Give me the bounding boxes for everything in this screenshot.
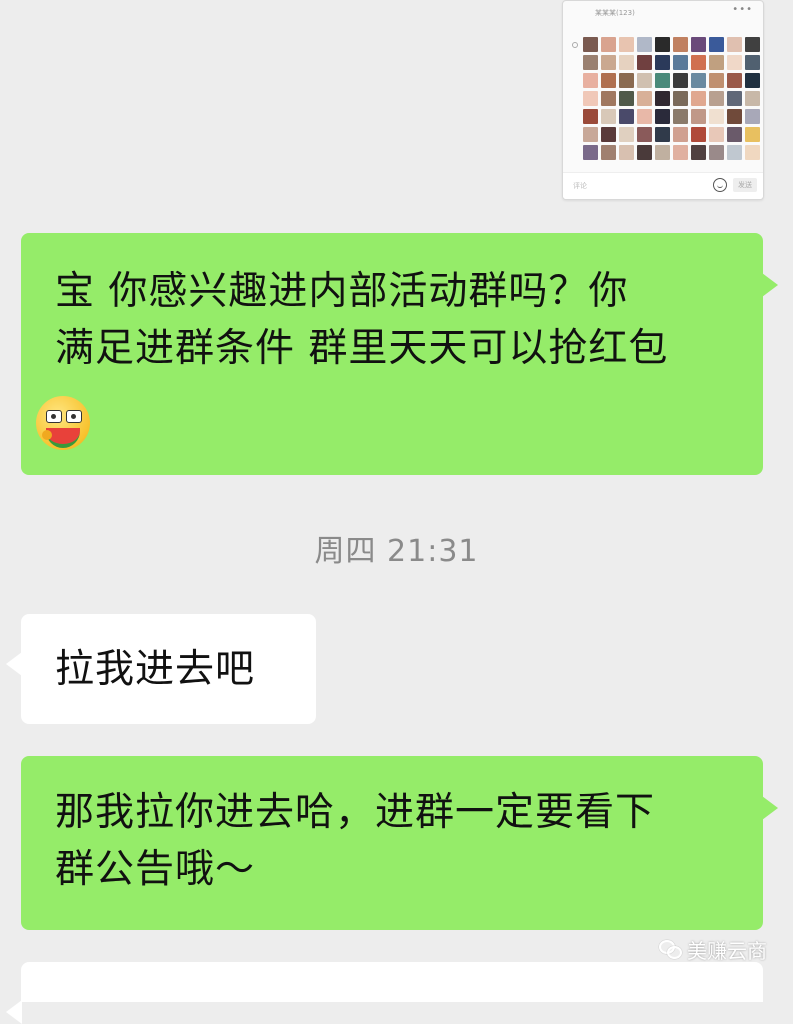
- user-avatar: [745, 37, 760, 52]
- user-avatar: [583, 145, 598, 160]
- sent-message-bubble[interactable]: 宝 你感兴趣进内部活动群吗？你 满足进群条件 群里天天可以抢红包: [21, 233, 778, 475]
- user-avatar: [673, 37, 688, 52]
- user-avatar: [745, 91, 760, 106]
- user-avatar: [673, 127, 688, 142]
- user-avatar: [691, 127, 706, 142]
- user-avatar: [601, 145, 616, 160]
- user-avatar: [709, 91, 724, 106]
- watermelon-face-emoji-icon: [36, 396, 90, 450]
- emoji-eye: [46, 410, 62, 423]
- user-avatar: [673, 55, 688, 70]
- user-avatar: [583, 37, 598, 52]
- avatar-grid: [583, 37, 760, 160]
- user-avatar: [583, 127, 598, 142]
- user-avatar: [655, 109, 670, 124]
- user-avatar: [691, 73, 706, 88]
- user-avatar: [745, 145, 760, 160]
- user-avatar: [691, 91, 706, 106]
- send-button: 发送: [733, 178, 757, 192]
- user-avatar: [619, 145, 634, 160]
- user-avatar: [745, 73, 760, 88]
- user-avatar: [727, 37, 742, 52]
- user-avatar: [637, 127, 652, 142]
- emoji-hand: [42, 430, 52, 440]
- user-avatar: [709, 37, 724, 52]
- user-avatar: [709, 127, 724, 142]
- comment-placeholder: 评论: [573, 182, 587, 190]
- user-avatar: [655, 55, 670, 70]
- watermark: 美赚云商: [659, 934, 767, 964]
- user-avatar: [601, 91, 616, 106]
- user-avatar: [727, 73, 742, 88]
- emoji-watermelon: [46, 428, 80, 448]
- user-avatar: [745, 127, 760, 142]
- emoji-eye: [66, 410, 82, 423]
- user-avatar: [655, 127, 670, 142]
- user-avatar: [601, 127, 616, 142]
- watermark-text: 美赚云商: [687, 938, 767, 963]
- user-avatar: [709, 73, 724, 88]
- screenshot-image-message[interactable]: 某某某(123) ••• 评论 发送: [562, 0, 764, 200]
- user-avatar: [583, 109, 598, 124]
- user-avatar: [673, 145, 688, 160]
- user-avatar: [673, 91, 688, 106]
- user-avatar: [637, 73, 652, 88]
- user-avatar: [727, 145, 742, 160]
- message-line: 满足进群条件 群里天天可以抢红包: [55, 326, 669, 371]
- user-avatar: [637, 109, 652, 124]
- user-avatar: [601, 55, 616, 70]
- user-avatar: [637, 145, 652, 160]
- user-avatar: [709, 109, 724, 124]
- user-avatar: [727, 91, 742, 106]
- user-avatar: [655, 91, 670, 106]
- user-avatar: [637, 91, 652, 106]
- user-avatar: [601, 73, 616, 88]
- user-avatar: [583, 73, 598, 88]
- user-avatar: [655, 37, 670, 52]
- user-avatar: [655, 73, 670, 88]
- image-header-text: 某某某(123): [595, 9, 635, 17]
- user-avatar: [727, 55, 742, 70]
- user-avatar: [619, 73, 634, 88]
- smiley-icon: [713, 178, 727, 192]
- wechat-channel-icon: [659, 940, 682, 959]
- message-text: 拉我进去吧: [55, 647, 256, 692]
- user-avatar: [619, 109, 634, 124]
- user-avatar: [691, 109, 706, 124]
- user-avatar: [601, 37, 616, 52]
- user-avatar: [637, 37, 652, 52]
- user-avatar: [619, 127, 634, 142]
- user-avatar: [691, 55, 706, 70]
- user-avatar: [727, 127, 742, 142]
- image-header: 某某某(123) •••: [563, 1, 763, 25]
- sent-message-bubble[interactable]: 那我拉你进去哈，进群一定要看下 群公告哦～: [21, 756, 778, 930]
- user-avatar: [691, 37, 706, 52]
- user-avatar: [709, 145, 724, 160]
- user-avatar: [601, 109, 616, 124]
- user-avatar: [673, 109, 688, 124]
- user-avatar: [673, 73, 688, 88]
- user-avatar: [691, 145, 706, 160]
- user-avatar: [727, 109, 742, 124]
- user-avatar: [745, 109, 760, 124]
- image-comment-bar: 评论 发送: [563, 172, 763, 199]
- message-line: 那我拉你进去哈，进群一定要看下: [55, 790, 656, 835]
- user-avatar: [709, 55, 724, 70]
- message-line: 群公告哦～: [55, 847, 256, 892]
- user-avatar: [655, 145, 670, 160]
- user-avatar: [619, 37, 634, 52]
- received-message-bubble[interactable]: 拉我进去吧: [6, 614, 316, 724]
- user-avatar: [583, 55, 598, 70]
- user-avatar: [583, 91, 598, 106]
- received-message-bubble-partial[interactable]: [6, 962, 763, 1024]
- more-dots-icon: •••: [732, 4, 753, 15]
- user-avatar: [619, 55, 634, 70]
- message-line: 宝 你感兴趣进内部活动群吗？你: [55, 269, 629, 314]
- chat-timestamp: 周四 21:31: [314, 534, 479, 569]
- user-avatar: [619, 91, 634, 106]
- user-avatar: [637, 55, 652, 70]
- user-avatar: [745, 55, 760, 70]
- radio-icon: [572, 42, 578, 48]
